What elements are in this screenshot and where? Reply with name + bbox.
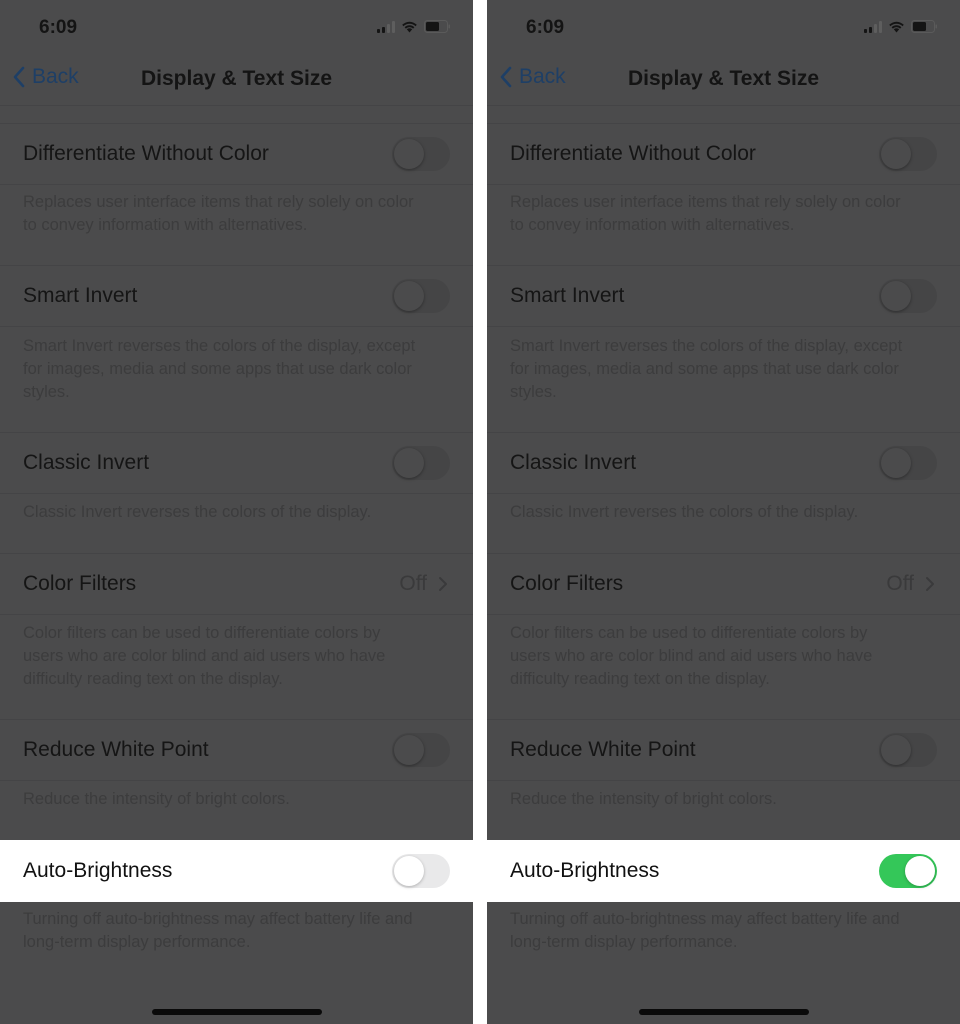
row-label: Classic Invert bbox=[23, 451, 150, 474]
reduce-white-point-toggle[interactable] bbox=[879, 733, 937, 767]
row-color-filters[interactable]: Color Filters Off bbox=[0, 553, 473, 615]
toggle-knob bbox=[394, 281, 424, 311]
differentiate-without-color-toggle[interactable] bbox=[392, 137, 450, 171]
classic-invert-toggle[interactable] bbox=[392, 446, 450, 480]
row-label: Smart Invert bbox=[510, 284, 625, 307]
row-differentiate-without-color: Differentiate Without Color bbox=[0, 123, 473, 185]
toggle-knob bbox=[881, 281, 911, 311]
footer-color-filters: Color filters can be used to differentia… bbox=[23, 624, 386, 688]
row-color-filters[interactable]: Color Filters Off bbox=[487, 553, 960, 615]
color-filters-value: Off bbox=[886, 572, 914, 595]
signal-icon bbox=[864, 20, 882, 33]
auto-brightness-toggle[interactable] bbox=[879, 854, 937, 888]
signal-icon bbox=[377, 20, 395, 33]
row-label: Differentiate Without Color bbox=[510, 142, 756, 165]
screen-after: 6:09 Back Display & Text Size Differenti… bbox=[487, 0, 960, 1024]
row-label: Reduce White Point bbox=[23, 738, 209, 761]
chevron-right-icon bbox=[926, 577, 934, 591]
footer-reduce-white-point: Reduce the intensity of bright colors. bbox=[510, 790, 777, 808]
footer-color-filters: Color filters can be used to differentia… bbox=[510, 624, 873, 688]
row-label: Auto-Brightness bbox=[23, 859, 173, 882]
footer-smart-invert: Smart Invert reverses the colors of the … bbox=[23, 337, 416, 401]
footer-classic-invert: Classic Invert reverses the colors of th… bbox=[510, 503, 859, 521]
footer-auto-brightness: Turning off auto-brightness may affect b… bbox=[510, 910, 900, 951]
footer-differentiate-without-color: Replaces user interface items that rely … bbox=[510, 193, 901, 234]
home-indicator[interactable] bbox=[639, 1009, 809, 1015]
row-smart-invert: Smart Invert bbox=[0, 265, 473, 327]
page-title: Display & Text Size bbox=[140, 67, 332, 90]
toggle-knob bbox=[881, 139, 911, 169]
row-label: Smart Invert bbox=[23, 284, 138, 307]
wifi-icon bbox=[888, 20, 905, 33]
wifi-icon bbox=[401, 20, 418, 33]
status-time: 6:09 bbox=[526, 17, 565, 38]
footer-smart-invert: Smart Invert reverses the colors of the … bbox=[510, 337, 903, 401]
row-label: Auto-Brightness bbox=[510, 859, 660, 882]
nav-bar: Back Display & Text Size bbox=[487, 52, 960, 106]
row-auto-brightness: Auto-Brightness bbox=[487, 840, 960, 902]
toggle-knob bbox=[394, 856, 424, 886]
row-classic-invert: Classic Invert bbox=[487, 432, 960, 494]
footer-reduce-white-point: Reduce the intensity of bright colors. bbox=[23, 790, 290, 808]
footer-classic-invert: Classic Invert reverses the colors of th… bbox=[23, 503, 372, 521]
classic-invert-toggle[interactable] bbox=[879, 446, 937, 480]
row-reduce-white-point: Reduce White Point bbox=[0, 719, 473, 781]
smart-invert-toggle[interactable] bbox=[879, 279, 937, 313]
row-label: Color Filters bbox=[23, 572, 137, 595]
row-label: Classic Invert bbox=[510, 451, 637, 474]
toggle-knob bbox=[394, 139, 424, 169]
row-classic-invert: Classic Invert bbox=[0, 432, 473, 494]
footer-differentiate-without-color: Replaces user interface items that rely … bbox=[23, 193, 414, 234]
screen-before: 6:09 Back Display & Text Size Differenti… bbox=[0, 0, 473, 1024]
color-filters-value: Off bbox=[399, 572, 427, 595]
row-label: Color Filters bbox=[510, 572, 624, 595]
row-reduce-white-point: Reduce White Point bbox=[487, 719, 960, 781]
home-indicator[interactable] bbox=[152, 1009, 322, 1015]
status-bar: 6:09 bbox=[487, 0, 960, 50]
toggle-knob bbox=[881, 735, 911, 765]
row-auto-brightness: Auto-Brightness bbox=[0, 840, 473, 902]
battery-icon bbox=[911, 20, 938, 33]
row-differentiate-without-color: Differentiate Without Color bbox=[487, 123, 960, 185]
row-label: Reduce White Point bbox=[510, 738, 696, 761]
smart-invert-toggle[interactable] bbox=[392, 279, 450, 313]
page-title: Display & Text Size bbox=[627, 67, 819, 90]
status-bar: 6:09 bbox=[0, 0, 473, 50]
toggle-knob bbox=[394, 735, 424, 765]
nav-bar: Back Display & Text Size bbox=[0, 52, 473, 106]
reduce-white-point-toggle[interactable] bbox=[392, 733, 450, 767]
battery-icon bbox=[424, 20, 451, 33]
differentiate-without-color-toggle[interactable] bbox=[879, 137, 937, 171]
row-smart-invert: Smart Invert bbox=[487, 265, 960, 327]
auto-brightness-toggle[interactable] bbox=[392, 854, 450, 888]
toggle-knob bbox=[394, 448, 424, 478]
status-time: 6:09 bbox=[39, 17, 78, 38]
toggle-knob bbox=[905, 856, 935, 886]
chevron-right-icon bbox=[439, 577, 447, 591]
footer-auto-brightness: Turning off auto-brightness may affect b… bbox=[23, 910, 413, 951]
toggle-knob bbox=[881, 448, 911, 478]
row-label: Differentiate Without Color bbox=[23, 142, 269, 165]
